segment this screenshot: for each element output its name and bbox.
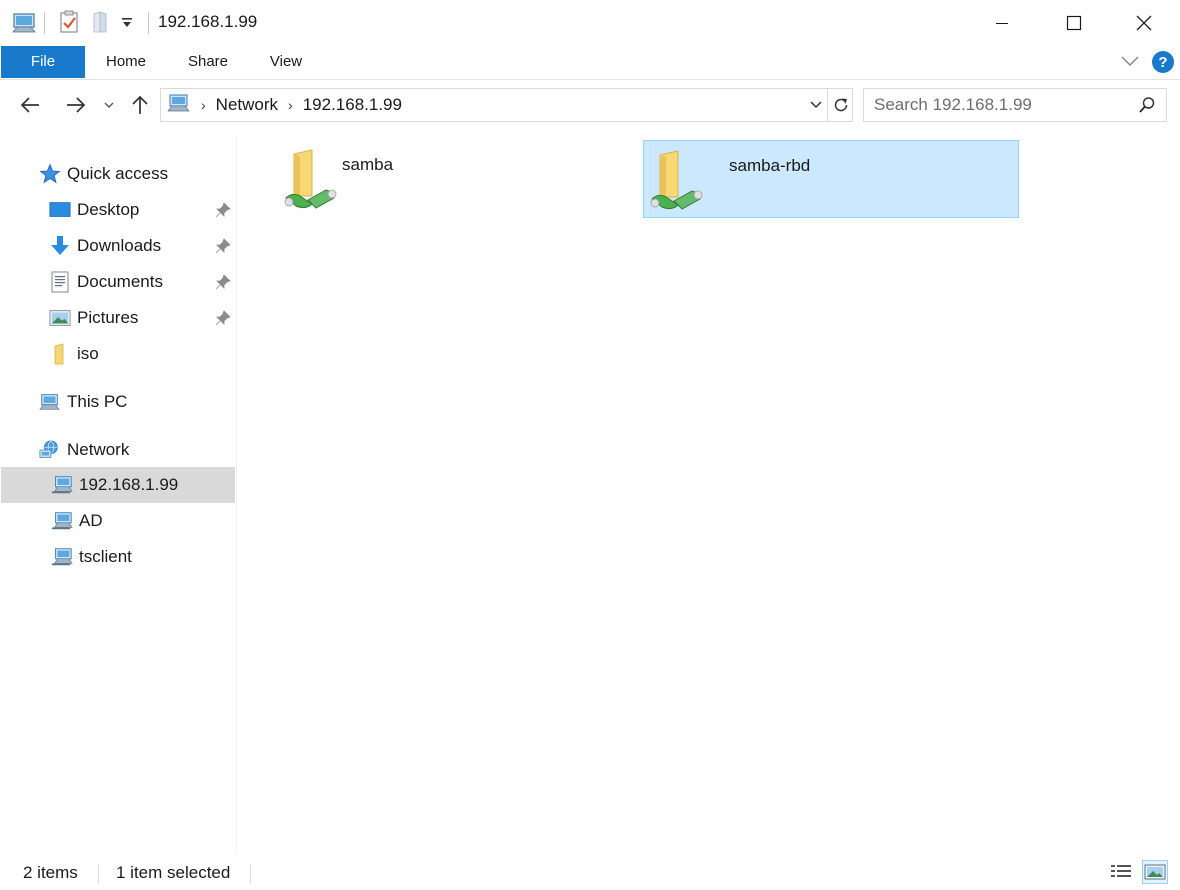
chevron-down-icon xyxy=(104,102,114,108)
large-icons-view-icon xyxy=(1144,864,1166,880)
tab-share[interactable]: Share xyxy=(178,46,238,78)
forward-arrow-icon xyxy=(67,97,86,113)
svg-text:?: ? xyxy=(1158,54,1167,71)
pin-icon[interactable] xyxy=(215,238,231,259)
up-button[interactable] xyxy=(128,92,152,118)
tab-file[interactable]: File xyxy=(1,46,85,78)
network-computer-icon xyxy=(51,510,73,532)
refresh-icon xyxy=(834,98,847,112)
expand-ribbon-icon[interactable] xyxy=(1120,54,1140,73)
search-box[interactable] xyxy=(863,88,1167,122)
item-count: 2 items xyxy=(23,863,78,882)
selection-count: 1 item selected xyxy=(116,863,231,882)
close-icon xyxy=(1136,15,1152,31)
nav-label: tsclient xyxy=(79,547,132,566)
pin-icon[interactable] xyxy=(215,202,231,223)
nav-label: Downloads xyxy=(77,236,162,255)
breadcrumb-separator-icon[interactable]: › xyxy=(201,97,206,113)
help-icon[interactable]: ? xyxy=(1151,50,1175,79)
content-area: samba samba-rbd xyxy=(238,130,1180,854)
chevron-down-icon xyxy=(810,101,822,109)
network-computer-icon xyxy=(51,474,73,496)
minimize-icon xyxy=(996,23,1008,24)
share-label: samba-rbd xyxy=(729,156,811,175)
nav-label: This PC xyxy=(67,392,128,411)
recent-locations-button[interactable] xyxy=(100,92,118,118)
nav-pictures[interactable]: Pictures xyxy=(1,300,235,336)
nav-label: Documents xyxy=(77,272,163,291)
nav-desktop[interactable]: Desktop xyxy=(1,192,235,228)
breadcrumb-separator-icon[interactable]: › xyxy=(288,97,293,113)
search-input[interactable] xyxy=(864,89,1134,121)
up-arrow-icon xyxy=(132,95,148,114)
desktop-icon xyxy=(49,199,71,221)
nav-label: Desktop xyxy=(77,200,140,219)
address-bar[interactable]: › Network › 192.168.1.99 xyxy=(160,88,853,122)
back-arrow-icon xyxy=(20,97,39,113)
navigation-pane: Quick access Desktop Downloads Documents… xyxy=(0,134,237,854)
new-folder-icon[interactable] xyxy=(91,10,111,39)
nav-host-ad[interactable]: AD xyxy=(1,503,235,539)
forward-button[interactable] xyxy=(62,92,90,118)
nav-label: Quick access xyxy=(67,164,169,183)
maximize-button[interactable] xyxy=(1051,0,1097,46)
nav-host-192-168-1-99[interactable]: 192.168.1.99 xyxy=(1,467,235,503)
breadcrumb-host[interactable]: 192.168.1.99 xyxy=(303,95,402,115)
tab-home[interactable]: Home xyxy=(96,46,156,78)
nav-host-tsclient[interactable]: tsclient xyxy=(1,539,235,575)
nav-label: AD xyxy=(79,511,103,530)
status-bar: 2 items 1 item selected xyxy=(0,854,1180,890)
share-label: samba xyxy=(342,155,394,174)
nav-downloads[interactable]: Downloads xyxy=(1,228,235,264)
folder-icon xyxy=(49,343,71,365)
search-icon[interactable] xyxy=(1138,96,1156,119)
close-button[interactable] xyxy=(1121,0,1167,46)
nav-label: 192.168.1.99 xyxy=(79,475,179,494)
refresh-button[interactable] xyxy=(827,89,853,121)
nav-folder-iso[interactable]: iso xyxy=(1,336,235,372)
shared-folder-icon xyxy=(648,147,706,220)
share-item-samba-rbd[interactable]: samba-rbd xyxy=(643,140,1019,218)
share-item-samba[interactable]: samba xyxy=(256,140,632,218)
details-view-icon xyxy=(1111,865,1131,877)
window-title: 192.168.1.99 xyxy=(158,12,258,31)
pictures-icon xyxy=(49,307,71,329)
tab-view[interactable]: View xyxy=(260,46,312,78)
details-view-button[interactable] xyxy=(1108,860,1134,884)
downloads-icon xyxy=(49,235,71,257)
this-pc-icon xyxy=(39,391,61,413)
star-icon xyxy=(39,163,61,185)
nav-label: Network xyxy=(67,440,130,459)
nav-label: iso xyxy=(77,344,99,363)
back-button[interactable] xyxy=(16,92,44,118)
documents-icon xyxy=(49,271,71,293)
shared-folder-icon xyxy=(282,146,340,219)
nav-network[interactable]: Network xyxy=(1,432,235,468)
title-bar: 192.168.1.99 xyxy=(0,0,1180,46)
large-icons-view-button[interactable] xyxy=(1142,860,1168,884)
address-history-dropdown[interactable] xyxy=(805,89,827,121)
properties-icon[interactable] xyxy=(58,10,80,39)
computer-network-icon[interactable] xyxy=(12,10,38,39)
customize-qa-dropdown-icon[interactable] xyxy=(121,16,133,34)
breadcrumb-network[interactable]: Network xyxy=(216,95,278,115)
nav-quick-access[interactable]: Quick access xyxy=(1,156,235,192)
address-computer-icon xyxy=(167,92,191,119)
ribbon-tabs: File Home Share View ? xyxy=(0,46,1180,80)
nav-label: Pictures xyxy=(77,308,139,327)
minimize-button[interactable] xyxy=(979,0,1025,46)
nav-documents[interactable]: Documents xyxy=(1,264,235,300)
pin-icon[interactable] xyxy=(215,310,231,331)
network-globe-icon xyxy=(39,439,61,461)
nav-this-pc[interactable]: This PC xyxy=(1,384,235,420)
pin-icon[interactable] xyxy=(215,274,231,295)
network-computer-icon xyxy=(51,546,73,568)
maximize-icon xyxy=(1066,15,1082,31)
